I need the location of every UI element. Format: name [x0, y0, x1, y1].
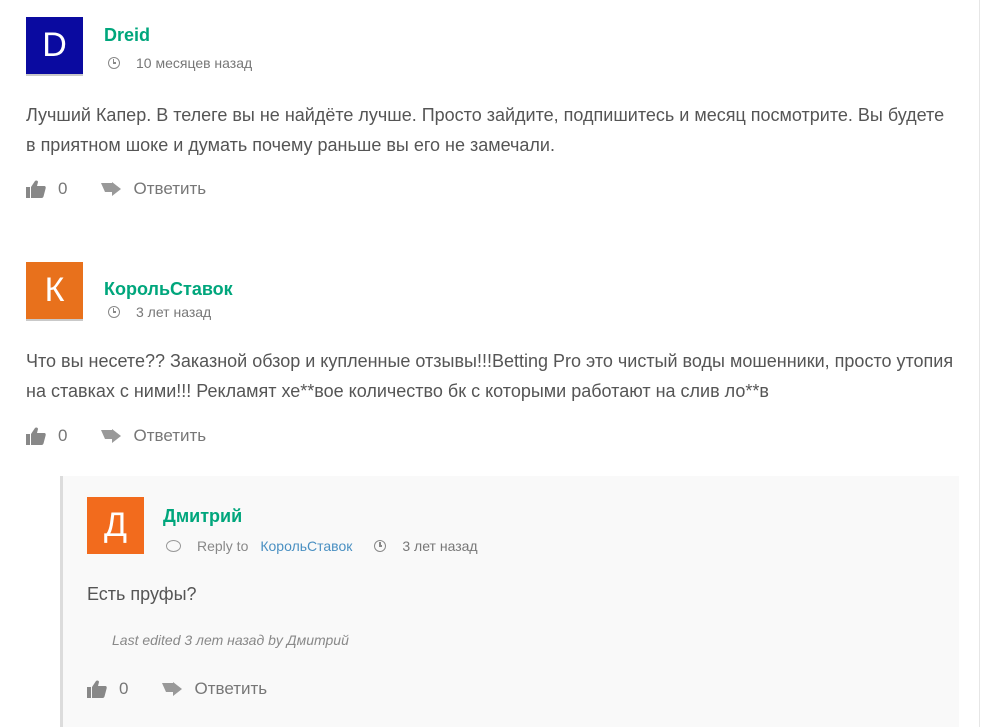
comment-text: Лучший Капер. В телеге вы не найдёте луч… [26, 105, 945, 155]
avatar: D [26, 17, 83, 76]
comment-text: Что вы несете?? Заказной обзор и купленн… [26, 351, 954, 401]
comment-actions: 0 Ответить [26, 179, 206, 199]
reply-button[interactable]: Ответить [133, 179, 206, 199]
clock-icon [108, 57, 120, 69]
comment-author[interactable]: Дмитрий [163, 506, 242, 527]
thread-border [979, 0, 980, 727]
comment-actions: 0 Ответить [26, 426, 206, 446]
comment-time: 10 месяцев назад [136, 55, 253, 71]
reply-comment-dmitriy: Д Дмитрий Reply to КорольСтавок 3 лет на… [60, 476, 959, 727]
chat-bubble-icon [166, 540, 181, 552]
reply-arrow-icon[interactable] [101, 429, 122, 443]
clock-icon [374, 540, 387, 552]
comment-dreid: D Dreid 10 месяцев назад Лучший Капер. В… [26, 17, 956, 217]
comment-meta: 3 лет назад [108, 304, 211, 320]
reply-button[interactable]: Ответить [194, 679, 267, 699]
avatar-letter: D [42, 26, 67, 64]
reply-to-label: Reply to [197, 538, 249, 554]
reply-arrow-icon[interactable] [162, 682, 183, 696]
avatar: Д [87, 497, 144, 554]
reply-arrow-icon[interactable] [101, 182, 122, 196]
avatar-letter: К [44, 271, 65, 309]
comment-author[interactable]: КорольСтавок [104, 279, 233, 300]
comment-meta: Reply to КорольСтавок 3 лет назад [166, 538, 478, 554]
comment-korolstavok: К КорольСтавок 3 лет назад Что вы несете… [26, 262, 956, 462]
clock-icon [108, 306, 120, 318]
comment-time: 3 лет назад [136, 304, 212, 320]
thumbs-up-icon[interactable] [26, 180, 46, 198]
comment-time: 3 лет назад [402, 538, 478, 554]
reply-button[interactable]: Ответить [133, 426, 206, 446]
avatar: К [26, 262, 83, 321]
last-edited-note: Last edited 3 лет назад by Дмитрий [112, 632, 349, 648]
comment-author[interactable]: Dreid [104, 25, 150, 46]
like-count: 0 [119, 679, 129, 698]
like-count: 0 [58, 179, 68, 198]
like-count: 0 [58, 426, 68, 445]
comment-meta: 10 месяцев назад [108, 55, 252, 71]
thumbs-up-icon[interactable] [26, 427, 46, 445]
comment-text: Есть пруфы? [87, 584, 197, 604]
comment-actions: 0 Ответить [87, 679, 267, 699]
avatar-letter: Д [103, 506, 128, 544]
reply-to-link[interactable]: КорольСтавок [260, 538, 352, 554]
thumbs-up-icon[interactable] [87, 680, 107, 698]
